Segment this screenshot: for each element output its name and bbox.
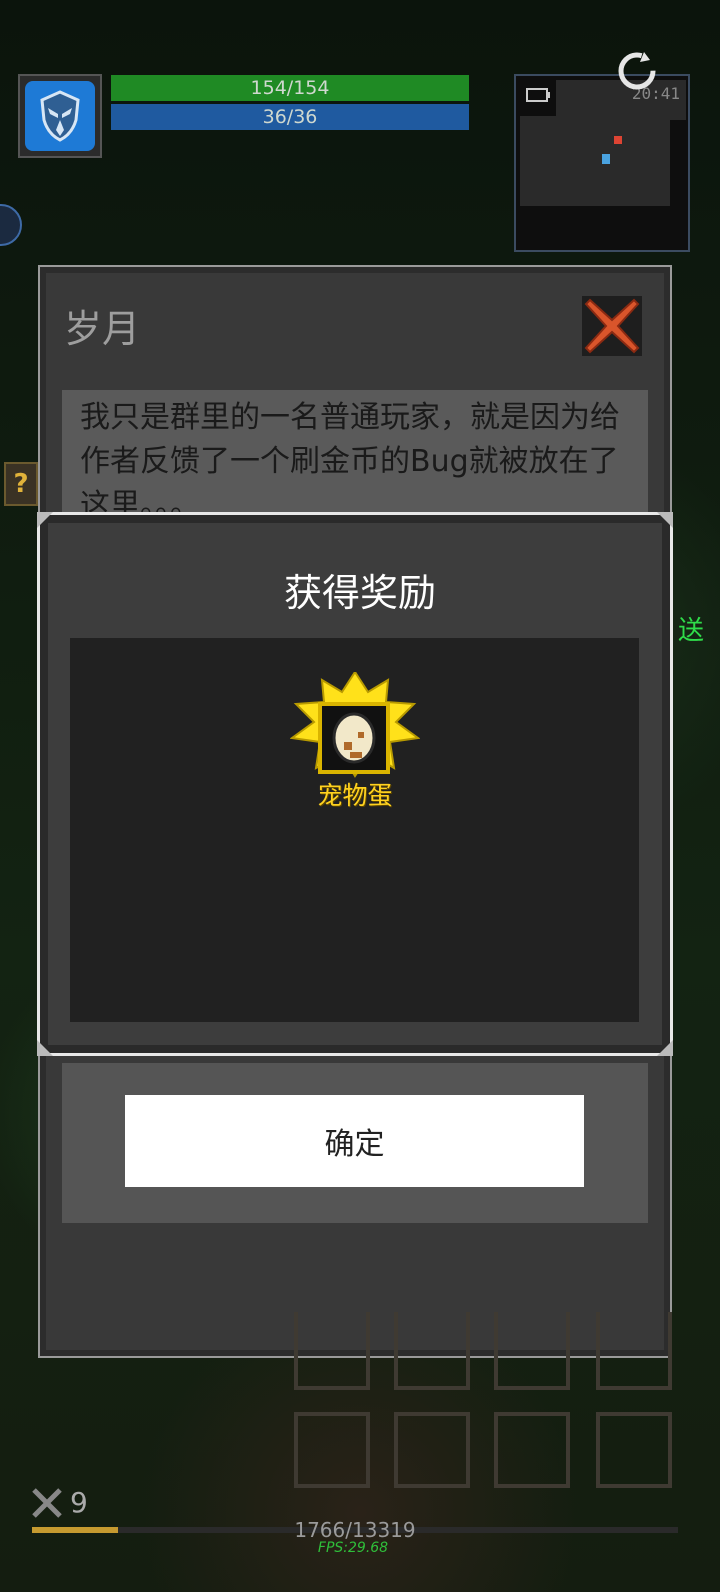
reward-item-label: 宠物蛋 [317,781,393,810]
battery-icon [526,88,550,102]
inventory-slot[interactable] [294,1312,370,1390]
shield-mask-icon [25,81,95,151]
inventory-slot[interactable] [394,1412,470,1488]
inventory-slot[interactable] [494,1412,570,1488]
dialog-body: 我只是群里的一名普通玩家，就是因为给作者反馈了一个刷金币的Bug就被放在了这里。… [62,390,648,512]
inventory-slot[interactable] [294,1412,370,1488]
minimap[interactable]: 20:41 [514,74,690,252]
corner-ornament-icon [37,1040,53,1056]
xp-text: 1766/13319 [294,1518,416,1542]
fps-counter: FPS:29.68 [317,1540,389,1556]
player-level: 9 [70,1486,88,1519]
close-icon[interactable] [582,296,642,356]
inventory-slot[interactable] [394,1312,470,1390]
minimap-player-icon [602,154,610,164]
crossed-swords-icon [32,1488,62,1518]
inventory-slot[interactable] [596,1412,672,1488]
inventory-slot[interactable] [494,1312,570,1390]
minimap-marker-icon [614,136,622,144]
player-avatar[interactable] [18,74,102,158]
hp-bar: 154/154 [111,75,469,101]
corner-ornament-icon [657,1040,673,1056]
corner-ornament-icon [37,512,53,528]
pet-egg-icon[interactable] [290,672,420,782]
confirm-button[interactable]: 确定 [125,1095,584,1187]
corner-ornament-icon [657,512,673,528]
mp-bar: 36/36 [111,104,469,130]
dialog-title: 岁月 [64,307,141,351]
reward-title: 获得奖励 [283,571,436,615]
inventory-slot[interactable] [596,1312,672,1390]
refresh-icon[interactable] [614,48,660,94]
quest-icon[interactable]: ? [4,462,38,506]
